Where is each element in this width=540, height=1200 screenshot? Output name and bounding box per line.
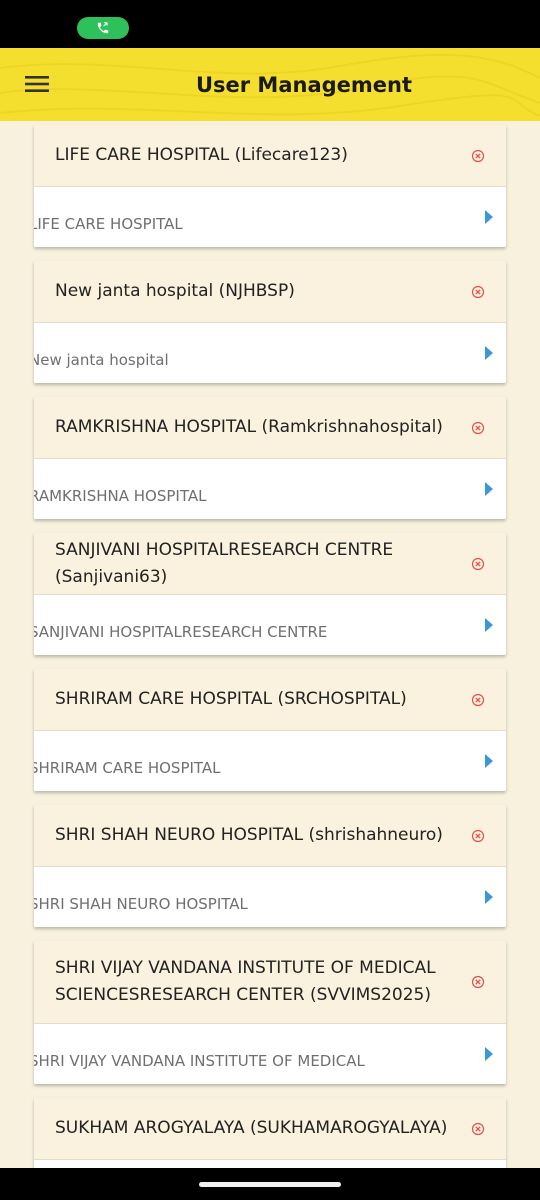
user-card[interactable]: SHRI VIJAY VANDANA INSTITUTE OF MEDICAL … (34, 941, 506, 1084)
user-subtitle: LIFE CARE HOSPITAL (34, 215, 183, 233)
user-title: SHRI SHAH NEURO HOSPITAL (shrishahneuro) (55, 825, 443, 845)
chevron-right-icon[interactable] (484, 481, 494, 497)
user-card-body[interactable]: SHRI VIJAY VANDANA INSTITUTE OF MEDICAL (34, 1024, 506, 1084)
ongoing-call-indicator[interactable] (77, 17, 129, 39)
status-bar (0, 0, 540, 48)
user-card-header[interactable]: SUKHAM AROGYALAYA (SUKHAMAROGYALAYA) (34, 1098, 506, 1160)
user-card-body[interactable]: LIFE CARE HOSPITAL (34, 187, 506, 247)
remove-user-icon[interactable] (471, 1122, 485, 1136)
user-subtitle: New janta hospital (34, 351, 169, 369)
phone-icon (97, 22, 109, 34)
chevron-right-icon[interactable] (484, 753, 494, 769)
chevron-right-icon[interactable] (484, 617, 494, 633)
remove-user-icon[interactable] (471, 557, 485, 571)
chevron-right-icon[interactable] (484, 889, 494, 905)
remove-user-icon[interactable] (471, 829, 485, 843)
user-card[interactable]: SUKHAM AROGYALAYA (SUKHAMAROGYALAYA) (34, 1098, 506, 1168)
user-card-header[interactable]: LIFE CARE HOSPITAL (Lifecare123) (34, 125, 506, 187)
user-title: LIFE CARE HOSPITAL (Lifecare123) (55, 145, 348, 165)
user-card[interactable]: SANJIVANI HOSPITALRESEARCH CENTRE (Sanji… (34, 533, 506, 655)
user-title: SHRI VIJAY VANDANA INSTITUTE OF MEDICAL … (55, 958, 436, 1005)
user-card-body[interactable]: SHRIRAM CARE HOSPITAL (34, 731, 506, 791)
remove-user-icon[interactable] (471, 975, 485, 989)
user-subtitle: SHRI SHAH NEURO HOSPITAL (34, 895, 248, 913)
user-card-header[interactable]: SHRI SHAH NEURO HOSPITAL (shrishahneuro) (34, 805, 506, 867)
user-title: SUKHAM AROGYALAYA (SUKHAMAROGYALAYA) (55, 1118, 448, 1138)
app-bar: User Management (0, 48, 540, 121)
chevron-right-icon[interactable] (484, 1046, 494, 1062)
user-card[interactable]: SHRI SHAH NEURO HOSPITAL (shrishahneuro)… (34, 805, 506, 927)
system-navigation-bar (0, 1168, 540, 1200)
user-card-header[interactable]: SHRI VIJAY VANDANA INSTITUTE OF MEDICAL … (34, 941, 506, 1024)
user-card-body[interactable] (34, 1160, 506, 1168)
user-title: SHRIRAM CARE HOSPITAL (SRCHOSPITAL) (55, 689, 407, 709)
user-card-body[interactable]: SANJIVANI HOSPITALRESEARCH CENTRE (34, 595, 506, 655)
user-card-header[interactable]: New janta hospital (NJHBSP) (34, 261, 506, 323)
user-card-header[interactable]: RAMKRISHNA HOSPITAL (Ramkrishnahospital) (34, 397, 506, 459)
user-title: SANJIVANI HOSPITALRESEARCH CENTRE (Sanji… (55, 539, 394, 587)
user-subtitle: RAMKRISHNA HOSPITAL (34, 487, 207, 505)
user-subtitle: SANJIVANI HOSPITALRESEARCH CENTRE (34, 623, 328, 641)
remove-user-icon[interactable] (471, 421, 485, 435)
user-card-body[interactable]: SHRI SHAH NEURO HOSPITAL (34, 867, 506, 927)
user-card-body[interactable]: RAMKRISHNA HOSPITAL (34, 459, 506, 519)
home-indicator[interactable] (199, 1182, 341, 1187)
user-title: RAMKRISHNA HOSPITAL (Ramkrishnahospital) (55, 417, 443, 437)
chevron-right-icon[interactable] (484, 209, 494, 225)
chevron-right-icon[interactable] (484, 345, 494, 361)
user-list[interactable]: LIFE CARE HOSPITAL (Lifecare123) LIFE CA… (0, 121, 540, 1168)
user-subtitle: SHRIRAM CARE HOSPITAL (34, 759, 221, 777)
remove-user-icon[interactable] (471, 693, 485, 707)
user-title: New janta hospital (NJHBSP) (55, 281, 295, 301)
user-card-header[interactable]: SANJIVANI HOSPITALRESEARCH CENTRE (Sanji… (34, 533, 506, 595)
user-card[interactable]: SHRIRAM CARE HOSPITAL (SRCHOSPITAL) SHRI… (34, 669, 506, 791)
remove-user-icon[interactable] (471, 149, 485, 163)
user-card[interactable]: New janta hospital (NJHBSP) New janta ho… (34, 261, 506, 383)
user-card-body[interactable]: New janta hospital (34, 323, 506, 383)
user-card[interactable]: LIFE CARE HOSPITAL (Lifecare123) LIFE CA… (34, 125, 506, 247)
user-card-header[interactable]: SHRIRAM CARE HOSPITAL (SRCHOSPITAL) (34, 669, 506, 731)
remove-user-icon[interactable] (471, 285, 485, 299)
user-card[interactable]: RAMKRISHNA HOSPITAL (Ramkrishnahospital)… (34, 397, 506, 519)
user-subtitle: SHRI VIJAY VANDANA INSTITUTE OF MEDICAL (34, 1052, 365, 1070)
page-title: User Management (195, 72, 413, 97)
